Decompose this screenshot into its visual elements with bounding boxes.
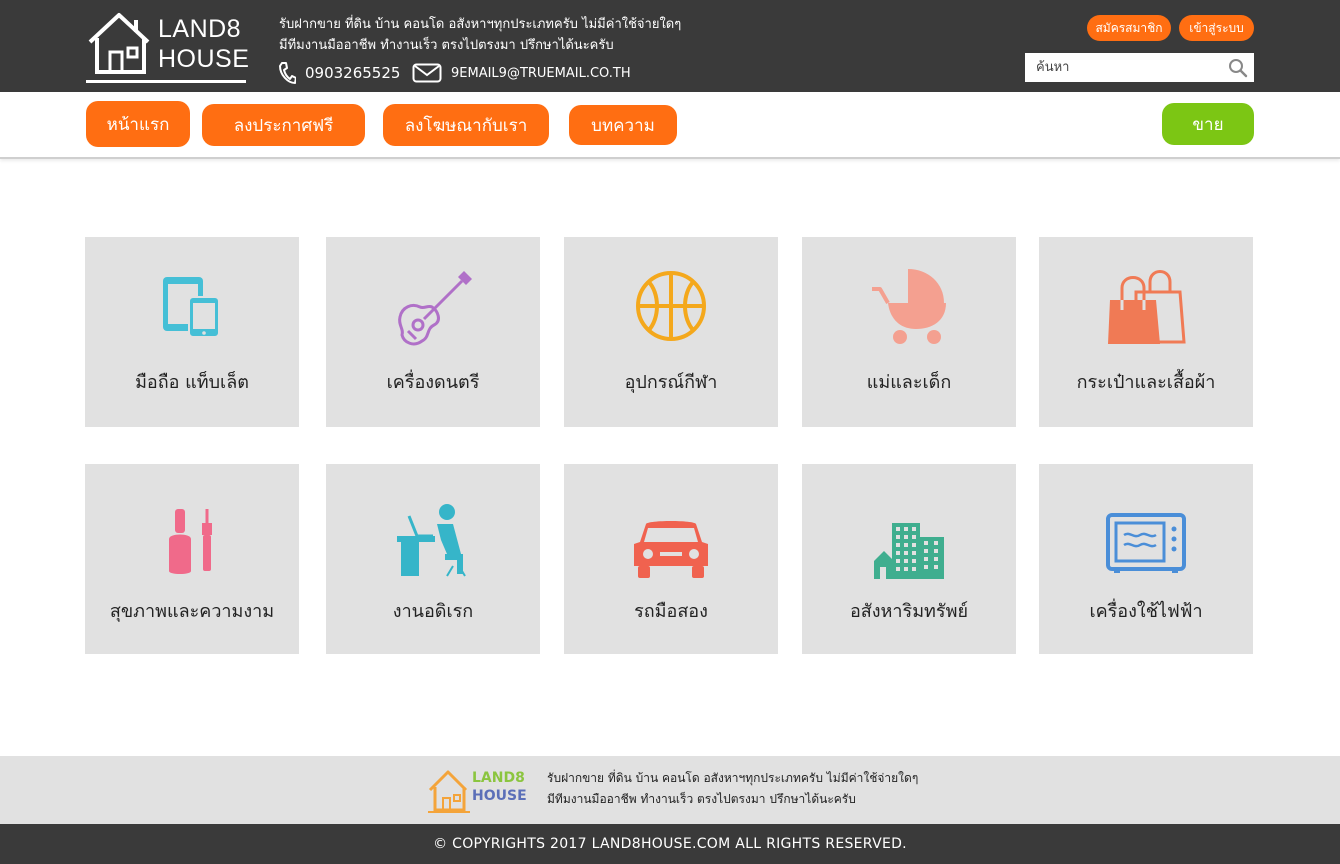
nav-post-free-button[interactable]: ลงประกาศฟรี [202,104,365,146]
microwave-icon [1106,513,1186,573]
header-tagline: รับฝากขาย ที่ดิน บ้าน คอนโด อสังหาฯทุกปร… [279,17,682,53]
contact-email[interactable]: 9EMAIL9@TRUEMAIL.CO.TH [412,60,631,86]
buildings-icon [874,523,944,579]
category-tile-used-cars[interactable]: รถมือสอง [564,464,778,654]
search-box [1025,53,1254,82]
copyright-bar: © COPYRIGHTS 2017 LAND8HOUSE.COM ALL RIG… [0,824,1340,864]
category-tile-sports[interactable]: อุปกรณ์กีฬา [564,237,778,427]
category-label: อุปกรณ์กีฬา [624,372,718,393]
logo-underline [86,80,246,83]
category-tile-hobby[interactable]: งานอดิเรก [326,464,540,654]
house-logo-icon [88,13,150,74]
category-label: มือถือ แท็บเล็ต [135,372,249,393]
register-button[interactable]: สมัครสมาชิก [1087,15,1171,41]
guitar-icon [398,271,472,346]
footer-tagline: รับฝากขาย ที่ดิน บ้าน คอนโด อสังหาฯทุกปร… [547,771,919,806]
category-label: อสังหาริมทรัพย์ [849,601,969,622]
category-label: กระเป๋าและเสื้อผ้า [1076,372,1216,393]
main-nav: หน้าแรก ลงประกาศฟรี ลงโฆษณากับเรา บทความ… [0,92,1340,159]
category-tile-music[interactable]: เครื่องดนตรี [326,237,540,427]
contact-phone[interactable]: 0903265525 [278,60,400,86]
envelope-icon [412,63,442,83]
category-tile-health-beauty[interactable]: สุขภาพและความงาม [85,464,299,654]
category-tile-mobile[interactable]: มือถือ แท็บเล็ต [85,237,299,427]
category-label: แม่และเด็ก [866,372,952,393]
category-tile-appliances[interactable]: เครื่องใช้ไฟฟ้า [1039,464,1253,654]
category-label: งานอดิเรก [392,601,474,622]
category-label: สุขภาพและความงาม [109,601,275,622]
house-logo-icon [428,770,470,813]
car-icon [634,521,708,578]
footer: LAND8 HOUSE รับฝากขาย ที่ดิน บ้าน คอนโด … [0,756,1340,824]
category-tile-real-estate[interactable]: อสังหาริมทรัพย์ [802,464,1016,654]
mobile-tablet-icon [163,277,220,338]
nav-articles-button[interactable]: บทความ [569,105,677,145]
category-label: เครื่องดนตรี [386,372,480,393]
category-tile-bags-clothes[interactable]: กระเป๋าและเสื้อผ้า [1039,237,1253,427]
category-tile-mother-baby[interactable]: แม่และเด็ก [802,237,1016,427]
baby-stroller-icon [872,269,946,344]
footer-logo[interactable]: LAND8 HOUSE [428,768,528,814]
phone-icon [279,62,296,84]
category-label: เครื่องใช้ไฟฟ้า [1089,601,1203,622]
search-input[interactable] [1025,53,1225,82]
nav-sell-button[interactable]: ขาย [1162,103,1254,145]
login-button[interactable]: เข้าสู่ระบบ [1179,15,1254,41]
nav-advertise-button[interactable]: ลงโฆษณากับเรา [383,104,549,146]
person-at-computer-icon [397,504,466,577]
top-header: LAND8 HOUSE รับฝากขาย ที่ดิน บ้าน คอนโด … [0,0,1340,92]
basketball-icon [636,271,706,341]
shopping-bag-icon [1108,270,1186,344]
nail-polish-icon [169,509,212,574]
logo-text: LAND8 HOUSE [158,15,250,73]
nav-home-button[interactable]: หน้าแรก [86,101,190,147]
category-label: รถมือสอง [634,601,708,622]
site-logo[interactable]: LAND8 HOUSE [86,12,250,84]
search-icon[interactable] [1228,58,1248,78]
